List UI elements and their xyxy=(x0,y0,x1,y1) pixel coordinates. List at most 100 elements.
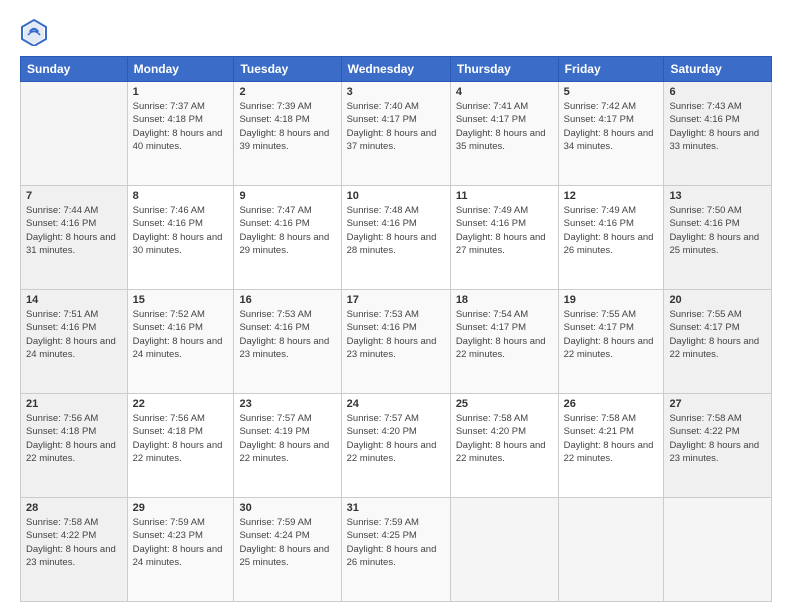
day-number: 15 xyxy=(133,294,229,306)
cell-info: Sunrise: 7:49 AMSunset: 4:16 PMDaylight:… xyxy=(456,205,546,256)
cell-info: Sunrise: 7:50 AMSunset: 4:16 PMDaylight:… xyxy=(669,205,759,256)
cell-info: Sunrise: 7:44 AMSunset: 4:16 PMDaylight:… xyxy=(26,205,116,256)
day-number: 1 xyxy=(133,86,229,98)
calendar-cell: 1 Sunrise: 7:37 AMSunset: 4:18 PMDaylight… xyxy=(127,82,234,186)
weekday-header-row: SundayMondayTuesdayWednesdayThursdayFrid… xyxy=(21,57,772,82)
day-number: 7 xyxy=(26,190,122,202)
cell-info: Sunrise: 7:48 AMSunset: 4:16 PMDaylight:… xyxy=(347,205,437,256)
cell-info: Sunrise: 7:56 AMSunset: 4:18 PMDaylight:… xyxy=(133,413,223,464)
day-number: 29 xyxy=(133,502,229,514)
cell-info: Sunrise: 7:37 AMSunset: 4:18 PMDaylight:… xyxy=(133,101,223,152)
weekday-friday: Friday xyxy=(558,57,664,82)
cell-info: Sunrise: 7:58 AMSunset: 4:22 PMDaylight:… xyxy=(26,517,116,568)
cell-info: Sunrise: 7:40 AMSunset: 4:17 PMDaylight:… xyxy=(347,101,437,152)
calendar-cell: 23 Sunrise: 7:57 AMSunset: 4:19 PMDayligh… xyxy=(234,394,341,498)
weekday-tuesday: Tuesday xyxy=(234,57,341,82)
cell-info: Sunrise: 7:49 AMSunset: 4:16 PMDaylight:… xyxy=(564,205,654,256)
day-number: 8 xyxy=(133,190,229,202)
cell-info: Sunrise: 7:39 AMSunset: 4:18 PMDaylight:… xyxy=(239,101,329,152)
calendar-cell xyxy=(450,498,558,602)
calendar-cell: 25 Sunrise: 7:58 AMSunset: 4:20 PMDayligh… xyxy=(450,394,558,498)
cell-info: Sunrise: 7:59 AMSunset: 4:23 PMDaylight:… xyxy=(133,517,223,568)
cell-info: Sunrise: 7:55 AMSunset: 4:17 PMDaylight:… xyxy=(564,309,654,360)
day-number: 30 xyxy=(239,502,335,514)
calendar-cell: 4 Sunrise: 7:41 AMSunset: 4:17 PMDaylight… xyxy=(450,82,558,186)
calendar-cell: 30 Sunrise: 7:59 AMSunset: 4:24 PMDayligh… xyxy=(234,498,341,602)
day-number: 25 xyxy=(456,398,553,410)
cell-info: Sunrise: 7:53 AMSunset: 4:16 PMDaylight:… xyxy=(239,309,329,360)
day-number: 21 xyxy=(26,398,122,410)
calendar-cell: 12Sunrise: 7:49 AMSunset: 4:16 PMDayligh… xyxy=(558,186,664,290)
calendar-cell: 11 Sunrise: 7:49 AMSunset: 4:16 PMDayligh… xyxy=(450,186,558,290)
calendar-cell: 21 Sunrise: 7:56 AMSunset: 4:18 PMDayligh… xyxy=(21,394,128,498)
cell-info: Sunrise: 7:57 AMSunset: 4:20 PMDaylight:… xyxy=(347,413,437,464)
calendar-week-1: 1 Sunrise: 7:37 AMSunset: 4:18 PMDaylight… xyxy=(21,82,772,186)
calendar-cell: 27Sunrise: 7:58 AMSunset: 4:22 PMDayligh… xyxy=(664,394,772,498)
weekday-saturday: Saturday xyxy=(664,57,772,82)
day-number: 17 xyxy=(347,294,445,306)
calendar-cell xyxy=(558,498,664,602)
calendar-cell: 16 Sunrise: 7:53 AMSunset: 4:16 PMDayligh… xyxy=(234,290,341,394)
calendar-cell: 24 Sunrise: 7:57 AMSunset: 4:20 PMDayligh… xyxy=(341,394,450,498)
logo xyxy=(20,18,52,46)
calendar-cell: 7 Sunrise: 7:44 AMSunset: 4:16 PMDaylight… xyxy=(21,186,128,290)
day-number: 13 xyxy=(669,190,766,202)
cell-info: Sunrise: 7:55 AMSunset: 4:17 PMDaylight:… xyxy=(669,309,759,360)
calendar-cell: 5 Sunrise: 7:42 AMSunset: 4:17 PMDaylight… xyxy=(558,82,664,186)
weekday-monday: Monday xyxy=(127,57,234,82)
weekday-wednesday: Wednesday xyxy=(341,57,450,82)
calendar-week-3: 14 Sunrise: 7:51 AMSunset: 4:16 PMDayligh… xyxy=(21,290,772,394)
calendar-cell: 10Sunrise: 7:48 AMSunset: 4:16 PMDayligh… xyxy=(341,186,450,290)
cell-info: Sunrise: 7:56 AMSunset: 4:18 PMDaylight:… xyxy=(26,413,116,464)
weekday-sunday: Sunday xyxy=(21,57,128,82)
day-number: 6 xyxy=(669,86,766,98)
weekday-thursday: Thursday xyxy=(450,57,558,82)
cell-info: Sunrise: 7:43 AMSunset: 4:16 PMDaylight:… xyxy=(669,101,759,152)
day-number: 14 xyxy=(26,294,122,306)
calendar-cell: 17Sunrise: 7:53 AMSunset: 4:16 PMDayligh… xyxy=(341,290,450,394)
calendar-week-4: 21 Sunrise: 7:56 AMSunset: 4:18 PMDayligh… xyxy=(21,394,772,498)
calendar-cell: 6 Sunrise: 7:43 AMSunset: 4:16 PMDaylight… xyxy=(664,82,772,186)
calendar-cell: 18Sunrise: 7:54 AMSunset: 4:17 PMDayligh… xyxy=(450,290,558,394)
calendar-cell: 13 Sunrise: 7:50 AMSunset: 4:16 PMDayligh… xyxy=(664,186,772,290)
calendar-cell: 14 Sunrise: 7:51 AMSunset: 4:16 PMDayligh… xyxy=(21,290,128,394)
cell-info: Sunrise: 7:58 AMSunset: 4:21 PMDaylight:… xyxy=(564,413,654,464)
day-number: 22 xyxy=(133,398,229,410)
calendar-cell: 20 Sunrise: 7:55 AMSunset: 4:17 PMDayligh… xyxy=(664,290,772,394)
calendar-cell xyxy=(21,82,128,186)
day-number: 24 xyxy=(347,398,445,410)
calendar-cell xyxy=(664,498,772,602)
day-number: 26 xyxy=(564,398,659,410)
cell-info: Sunrise: 7:59 AMSunset: 4:24 PMDaylight:… xyxy=(239,517,329,568)
day-number: 19 xyxy=(564,294,659,306)
cell-info: Sunrise: 7:58 AMSunset: 4:22 PMDaylight:… xyxy=(669,413,759,464)
day-number: 4 xyxy=(456,86,553,98)
cell-info: Sunrise: 7:47 AMSunset: 4:16 PMDaylight:… xyxy=(239,205,329,256)
day-number: 20 xyxy=(669,294,766,306)
day-number: 5 xyxy=(564,86,659,98)
day-number: 3 xyxy=(347,86,445,98)
calendar-cell: 3 Sunrise: 7:40 AMSunset: 4:17 PMDaylight… xyxy=(341,82,450,186)
cell-info: Sunrise: 7:52 AMSunset: 4:16 PMDaylight:… xyxy=(133,309,223,360)
day-number: 18 xyxy=(456,294,553,306)
cell-info: Sunrise: 7:57 AMSunset: 4:19 PMDaylight:… xyxy=(239,413,329,464)
day-number: 23 xyxy=(239,398,335,410)
cell-info: Sunrise: 7:42 AMSunset: 4:17 PMDaylight:… xyxy=(564,101,654,152)
cell-info: Sunrise: 7:46 AMSunset: 4:16 PMDaylight:… xyxy=(133,205,223,256)
calendar-cell: 19 Sunrise: 7:55 AMSunset: 4:17 PMDayligh… xyxy=(558,290,664,394)
day-number: 31 xyxy=(347,502,445,514)
day-number: 16 xyxy=(239,294,335,306)
calendar-cell: 29 Sunrise: 7:59 AMSunset: 4:23 PMDayligh… xyxy=(127,498,234,602)
cell-info: Sunrise: 7:41 AMSunset: 4:17 PMDaylight:… xyxy=(456,101,546,152)
page: SundayMondayTuesdayWednesdayThursdayFrid… xyxy=(0,0,792,612)
day-number: 11 xyxy=(456,190,553,202)
calendar-cell: 15 Sunrise: 7:52 AMSunset: 4:16 PMDayligh… xyxy=(127,290,234,394)
header xyxy=(20,18,772,46)
calendar-cell: 28Sunrise: 7:58 AMSunset: 4:22 PMDayligh… xyxy=(21,498,128,602)
cell-info: Sunrise: 7:58 AMSunset: 4:20 PMDaylight:… xyxy=(456,413,546,464)
calendar-cell: 31Sunrise: 7:59 AMSunset: 4:25 PMDayligh… xyxy=(341,498,450,602)
calendar-cell: 9 Sunrise: 7:47 AMSunset: 4:16 PMDaylight… xyxy=(234,186,341,290)
day-number: 9 xyxy=(239,190,335,202)
calendar-cell: 26 Sunrise: 7:58 AMSunset: 4:21 PMDayligh… xyxy=(558,394,664,498)
cell-info: Sunrise: 7:51 AMSunset: 4:16 PMDaylight:… xyxy=(26,309,116,360)
